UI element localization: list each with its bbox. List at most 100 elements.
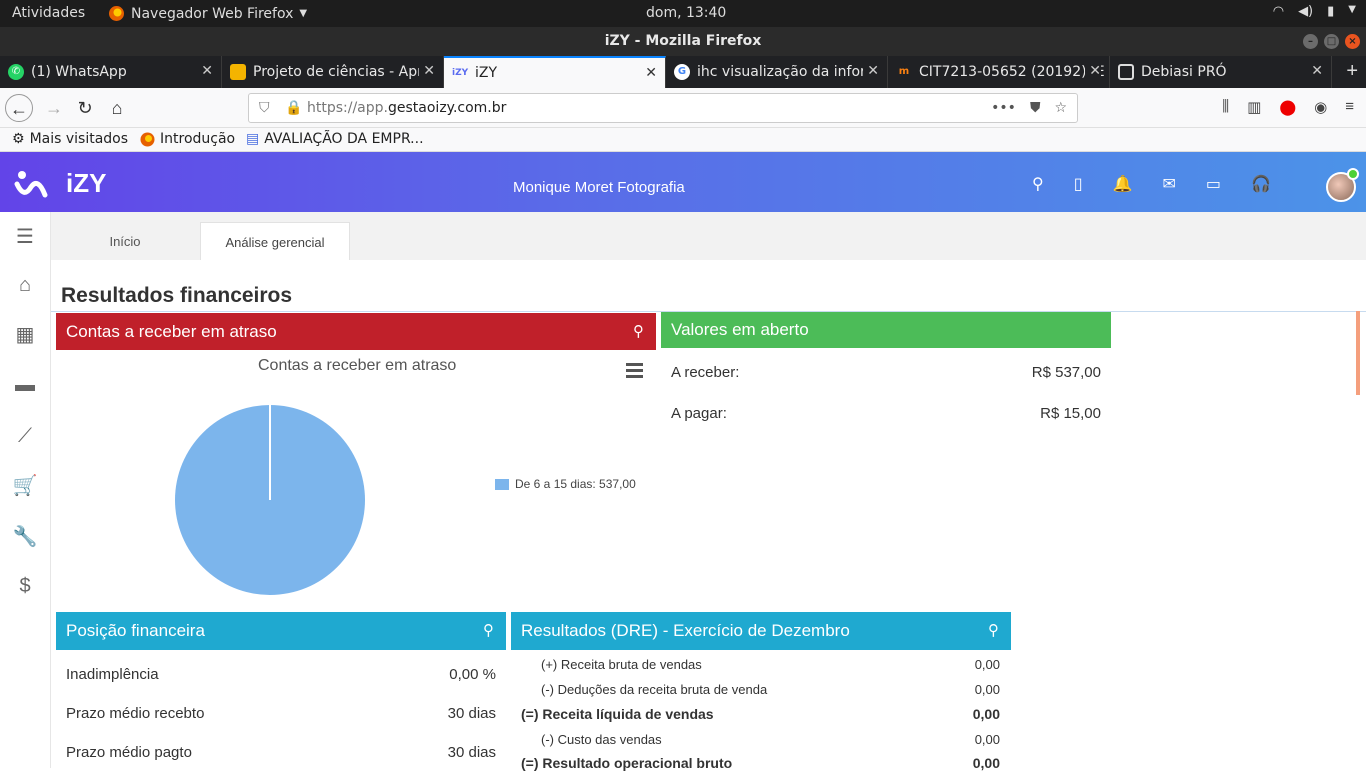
tab-google[interactable]: G ihc visualização da infor ✕ xyxy=(666,56,888,88)
clock[interactable]: dom, 13:40 xyxy=(646,5,726,21)
chevron-down-icon: ▼ xyxy=(1348,4,1356,15)
folder-icon[interactable]: ▬ xyxy=(12,372,38,398)
legend-label: De 6 a 15 dias: 537,00 xyxy=(515,477,636,491)
close-tab-icon[interactable]: ✕ xyxy=(419,63,435,79)
bookmarks-bar: ⚙ Mais visitados Introdução ▤ AVALIAÇÃO … xyxy=(0,128,1366,152)
minimize-button[interactable]: – xyxy=(1303,34,1318,49)
scroll-indicator[interactable] xyxy=(1356,311,1360,395)
tab-debiasi[interactable]: Debiasi PRÓ ✕ xyxy=(1110,56,1332,88)
dre-row-value: 0,00 xyxy=(972,755,1000,771)
account-icon[interactable]: ◉ xyxy=(1314,98,1327,116)
chart-title: Contas a receber em atraso xyxy=(258,357,457,374)
posicao-financeira-header: Posição financeira ⚲ xyxy=(56,612,506,650)
chat-icon[interactable]: ▭ xyxy=(1206,174,1221,194)
mail-icon[interactable]: ✉ xyxy=(1162,174,1175,194)
close-window-button[interactable]: × xyxy=(1345,34,1360,49)
pocket-icon[interactable]: ⛊ xyxy=(1030,94,1041,122)
bookmark-mais-visitados[interactable]: ⚙ Mais visitados xyxy=(12,131,128,147)
search-icon[interactable]: ⚲ xyxy=(483,612,494,650)
page-title: Resultados financeiros xyxy=(61,284,293,307)
app-header: iZY Monique Moret Fotografia ⚲ ▯ 🔔 ✉ ▭ 🎧 xyxy=(0,152,1366,212)
app-menu[interactable]: Navegador Web Firefox ▼ xyxy=(108,5,307,22)
tab-label: Debiasi PRÓ xyxy=(1141,64,1227,80)
tab-izy[interactable]: iZY iZY ✕ xyxy=(444,56,666,88)
tab-projeto[interactable]: Projeto de ciências - Apr ✕ xyxy=(222,56,444,88)
chart-legend-item[interactable]: De 6 a 15 dias: 537,00 xyxy=(495,477,636,491)
close-tab-icon[interactable]: ✕ xyxy=(863,63,879,79)
bookmark-star-icon[interactable]: ☆ xyxy=(1054,94,1067,122)
wrench-icon[interactable]: 🔧 xyxy=(12,524,38,550)
tab-analise-gerencial[interactable]: Análise gerencial xyxy=(200,222,350,260)
home-icon[interactable]: ⌂ xyxy=(12,272,38,298)
sidebar: ☰ ⌂ ▦ ▬ ⟋ 🛒 🔧 $ xyxy=(0,212,51,768)
cart-icon[interactable]: 🛒 xyxy=(12,473,38,499)
lock-icon[interactable]: 🔒 xyxy=(285,94,302,122)
gear-icon: ⚙ xyxy=(12,131,25,147)
search-icon[interactable]: ⚲ xyxy=(1032,174,1044,194)
chart-menu-icon[interactable] xyxy=(626,363,643,381)
chevron-down-icon: ▼ xyxy=(299,8,308,19)
page-actions-icon[interactable]: ••• xyxy=(991,94,1016,122)
new-tab-button[interactable]: + xyxy=(1346,60,1358,83)
contas-atraso-header: Contas a receber em atraso ⚲ xyxy=(56,313,656,350)
shield-icon[interactable]: ⛉ xyxy=(259,94,270,122)
izy-logo[interactable]: iZY xyxy=(14,168,106,199)
search-icon[interactable]: ⚲ xyxy=(633,313,644,350)
close-tab-icon[interactable]: ✕ xyxy=(1085,63,1101,79)
dre-row-value: 0,00 xyxy=(974,657,1000,672)
tab-whatsapp[interactable]: ✆ (1) WhatsApp ✕ xyxy=(0,56,222,88)
app-menu-label: Navegador Web Firefox xyxy=(131,5,294,22)
dre-row-value: 0,00 xyxy=(972,706,1000,722)
mobile-icon[interactable]: ▯ xyxy=(1074,174,1083,194)
system-tray[interactable]: ◠ ◀) ▮ ▼ xyxy=(1273,4,1356,19)
prazo-recebto-value: 30 dias xyxy=(447,705,496,722)
google-icon: G xyxy=(674,64,690,80)
close-tab-icon[interactable]: ✕ xyxy=(1311,63,1323,79)
library-icon[interactable]: ⫼ xyxy=(1222,98,1229,116)
bell-icon[interactable]: 🔔 xyxy=(1113,174,1133,194)
back-button[interactable]: ← xyxy=(5,94,33,122)
company-name: Monique Moret Fotografia xyxy=(513,179,685,196)
url-bar[interactable]: ⛉ 🔒 https://app.gestaoizy.com.br ••• ⛊ ☆ xyxy=(248,93,1078,123)
bookmark-avaliacao[interactable]: ▤ AVALIAÇÃO DA EMPR... xyxy=(246,131,424,147)
a-receber-value: R$ 537,00 xyxy=(1031,364,1101,381)
panel-title: Valores em aberto xyxy=(671,320,809,339)
hamburger-menu-icon[interactable]: ☰ xyxy=(12,224,38,250)
url-text[interactable]: https://app.gestaoizy.com.br xyxy=(307,94,506,122)
dre-row-label: (=) Resultado operacional bruto xyxy=(521,755,733,771)
app-tabs: Início Análise gerencial xyxy=(51,212,1366,260)
maximize-button[interactable]: □ xyxy=(1324,34,1339,49)
dre-row-label: (=) Receita líquida de vendas xyxy=(521,706,714,722)
headset-icon[interactable]: 🎧 xyxy=(1251,174,1271,194)
opera-extension-icon[interactable]: ⬤ xyxy=(1279,98,1296,116)
bookmark-introducao[interactable]: Introdução xyxy=(140,131,235,147)
slides-icon xyxy=(230,64,246,80)
prazo-pagto-value: 30 dias xyxy=(447,744,496,761)
logo-text: iZY xyxy=(66,168,107,198)
close-tab-icon[interactable]: ✕ xyxy=(645,65,657,81)
close-tab-icon[interactable]: ✕ xyxy=(201,63,213,79)
tab-moodle[interactable]: m CIT7213-05652 (20192): E ✕ xyxy=(888,56,1110,88)
izy-favicon: iZY xyxy=(452,68,469,78)
whatsapp-icon: ✆ xyxy=(8,64,24,80)
legend-swatch xyxy=(495,478,509,490)
home-button[interactable]: ⌂ xyxy=(103,94,131,122)
firefox-icon xyxy=(109,6,124,21)
bookmark-label: AVALIAÇÃO DA EMPR... xyxy=(264,131,424,147)
chart-line-icon[interactable]: ⟋ xyxy=(12,423,38,449)
dollar-icon[interactable]: $ xyxy=(12,573,38,599)
forward-button[interactable]: → xyxy=(40,94,68,122)
calendar-icon[interactable]: ▦ xyxy=(12,322,38,348)
firefox-icon xyxy=(140,132,155,146)
tab-inicio[interactable]: Início xyxy=(51,222,199,260)
nav-toolbar: ← → ↻ ⌂ ⛉ 🔒 https://app.gestaoizy.com.br… xyxy=(0,88,1366,128)
online-status-indicator xyxy=(1347,168,1359,180)
sidebar-toggle-icon[interactable]: ▥ xyxy=(1247,98,1261,116)
menu-icon[interactable]: ≡ xyxy=(1345,98,1354,116)
search-icon[interactable]: ⚲ xyxy=(988,612,999,650)
activities-button[interactable]: Atividades xyxy=(12,5,85,21)
pie-chart xyxy=(175,405,365,595)
tab-label: (1) WhatsApp xyxy=(31,64,127,80)
bookmark-label: Mais visitados xyxy=(29,131,129,147)
reload-button[interactable]: ↻ xyxy=(71,94,99,122)
